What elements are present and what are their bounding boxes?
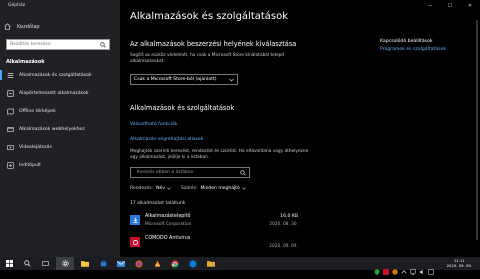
sidebar-item-label: Videolejátszás	[19, 144, 52, 150]
sidebar-item-label: Indítópult	[19, 162, 41, 168]
chevron-up-icon[interactable]	[401, 260, 407, 274]
sidebar-section-title: Alkalmazások	[6, 59, 45, 65]
related-settings-title: Kapcsolódó beállítások	[380, 39, 433, 44]
app-source-dropdown-value: Csak a Microsoft Store-ból (ajánlott)	[134, 77, 217, 82]
close-button[interactable]: ✕	[460, 0, 480, 12]
tray-antivirus-icon[interactable]	[383, 260, 389, 275]
sidebar-item-video-playback[interactable]: Videolejátszás	[0, 138, 120, 156]
task-view-icon[interactable]	[36, 257, 54, 270]
home-icon	[4, 23, 11, 30]
sidebar-nav: Alkalmazások és szolgáltatások Alapértel…	[0, 66, 120, 174]
app-aliases-link[interactable]: Alkalmazás-végrehajtási aliasok	[130, 137, 203, 142]
vlc-icon[interactable]	[148, 257, 166, 270]
store-icon[interactable]	[94, 257, 112, 270]
main-content: — ☐ ✕ Alkalmazások és szolgáltatások Az …	[120, 0, 480, 257]
list-icon	[6, 71, 14, 79]
home-label: Kezdőlap	[17, 23, 40, 30]
app-name: COMODO Antivirus	[145, 236, 191, 241]
tray-shield-icon[interactable]	[374, 260, 380, 275]
list-item[interactable]: Alkalmazástelepítő Microsoft Corporation…	[130, 211, 298, 231]
programs-features-link[interactable]: Programok és szolgáltatások	[380, 47, 446, 52]
sort-label: Rendezés:	[130, 186, 154, 191]
app-source-dropdown[interactable]: Csak a Microsoft Store-ból (ajánlott)	[130, 74, 238, 85]
video-icon	[6, 143, 14, 151]
optional-features-link[interactable]: Választható funkciók	[130, 122, 177, 127]
file-explorer-icon[interactable]	[76, 257, 94, 270]
app-publisher: Microsoft Corporation	[145, 222, 192, 227]
home-link[interactable]: Kezdőlap	[4, 23, 40, 30]
app-count: 17 alkalmazást találtunk	[130, 201, 186, 206]
sidebar: Gépház Kezdőlap Beállítás keresése Alkal…	[0, 0, 120, 257]
default-apps-icon	[6, 89, 14, 97]
page-title: Alkalmazások és szolgáltatások	[130, 11, 289, 22]
minimize-button[interactable]: —	[420, 0, 440, 12]
install-section-heading: Az alkalmazások beszerzési helyének kivá…	[130, 40, 297, 48]
taskbar: 11:11 2020. 09. 09.	[0, 257, 480, 275]
firefox-icon[interactable]	[130, 257, 148, 270]
sidebar-item-apps-features[interactable]: Alkalmazások és szolgáltatások	[0, 66, 120, 84]
mail-icon[interactable]	[112, 257, 130, 270]
chevron-down-icon	[241, 187, 246, 190]
filter-dropdown[interactable]: Minden meghajtó	[200, 186, 239, 191]
settings-search-placeholder: Beállítás keresése	[10, 42, 51, 47]
network-icon[interactable]	[410, 260, 416, 275]
volume-icon[interactable]	[419, 260, 425, 275]
settings-icon[interactable]	[56, 257, 74, 270]
sidebar-item-apps-websites[interactable]: Alkalmazások webhelyekhez	[0, 120, 120, 138]
app-date: 2020. 08. 30.	[269, 222, 298, 227]
maximize-button[interactable]: ☐	[440, 0, 460, 12]
system-tray	[374, 260, 434, 275]
chevron-down-icon	[229, 78, 234, 82]
sidebar-item-label: Alapértelmezett alkalmazások	[19, 90, 89, 96]
sort-dropdown[interactable]: Név	[156, 186, 165, 191]
tray-update-icon[interactable]	[392, 260, 398, 275]
clock-date: 2020. 09. 09.	[446, 263, 472, 269]
sidebar-item-label: Offline térképek	[19, 108, 56, 114]
search-icon	[240, 170, 246, 176]
chrome-icon[interactable]	[166, 257, 184, 270]
apps-section-heading: Alkalmazások és szolgáltatások	[130, 104, 235, 112]
sort-filter-row: Rendezés: Név Szűrés: Minden meghajtó	[130, 186, 246, 191]
startup-icon	[6, 161, 14, 169]
app-list-search-placeholder: Keresés ebben a listában	[137, 170, 194, 175]
sidebar-item-offline-maps[interactable]: Offline térképek	[0, 102, 120, 120]
list-item[interactable]: COMODO Antivirus 2020. 09. 04.	[130, 233, 298, 253]
app-installer-icon	[130, 215, 140, 225]
app-list-search-input[interactable]: Keresés ebben a listában	[130, 167, 250, 178]
window-controls: — ☐ ✕	[420, 0, 480, 12]
windows-start-icon[interactable]	[0, 257, 18, 270]
web-icon	[6, 125, 14, 133]
map-icon	[6, 107, 14, 115]
sidebar-item-default-apps[interactable]: Alapértelmezett alkalmazások	[0, 84, 120, 102]
system-clock[interactable]: 11:11 2020. 09. 09.	[447, 258, 472, 268]
sidebar-item-startup[interactable]: Indítópult	[0, 156, 120, 174]
window-title: Gépház	[8, 3, 26, 8]
search-icon	[100, 42, 106, 48]
comodo-icon	[130, 237, 140, 247]
apps-section-description: Meghajtók szerinti keresést, rendezést é…	[130, 149, 309, 160]
scrollbar[interactable]	[476, 20, 478, 240]
sidebar-item-label: Alkalmazások webhelyekhez	[19, 126, 85, 132]
app-date: 2020. 09. 04.	[269, 244, 298, 249]
app-name: Alkalmazástelepítő	[145, 214, 191, 219]
edge-icon[interactable]	[184, 257, 202, 270]
app-size: 16,0 KB	[280, 214, 298, 219]
filter-label: Szűrés:	[180, 186, 198, 191]
search-icon[interactable]	[18, 257, 36, 270]
notification-icon[interactable]	[428, 260, 434, 275]
chevron-down-icon	[167, 187, 171, 190]
sidebar-item-label: Alkalmazások és szolgáltatások	[19, 72, 92, 78]
settings-search-input[interactable]: Beállítás keresése	[6, 39, 110, 50]
folder-icon[interactable]	[202, 257, 220, 270]
install-section-description: Segítő az eszköz védelmét, ha csak a Mic…	[130, 53, 285, 64]
